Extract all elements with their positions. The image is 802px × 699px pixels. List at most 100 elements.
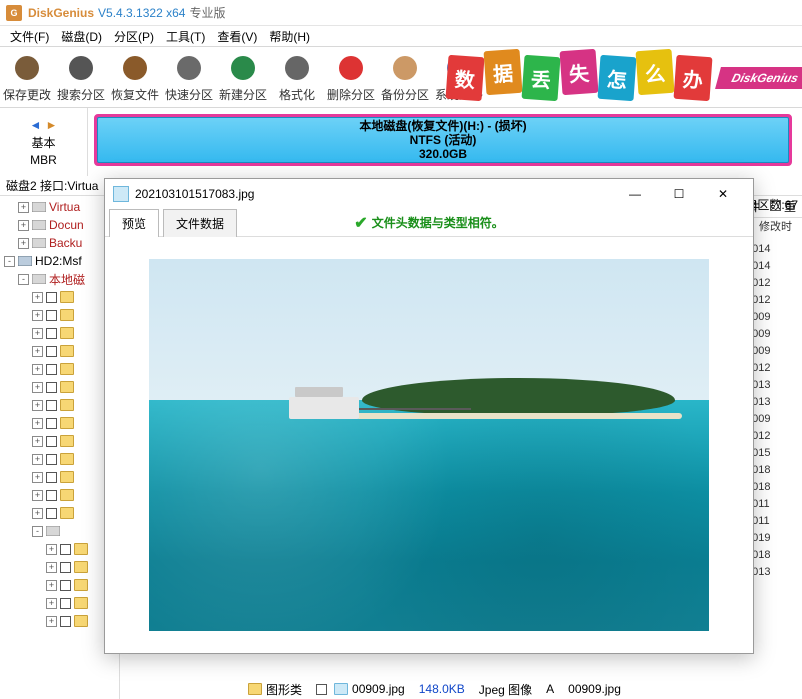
list-item[interactable]: 2012 — [746, 427, 802, 444]
tree-node[interactable]: +Virtua — [0, 198, 119, 216]
bottom-name2: 00909.jpg — [568, 682, 621, 696]
toolbar-save-button[interactable]: 保存更改 — [0, 47, 54, 107]
checkbox-icon[interactable] — [316, 684, 327, 695]
tree-node[interactable]: + — [0, 414, 119, 432]
expand-icon[interactable]: + — [32, 490, 43, 501]
tree-node[interactable]: + — [0, 468, 119, 486]
list-item[interactable]: 2018 — [746, 478, 802, 495]
expand-icon[interactable]: + — [32, 436, 43, 447]
toolbar-format-button[interactable]: 格式化 — [270, 47, 324, 107]
tree-node[interactable]: + — [0, 432, 119, 450]
tree-node[interactable]: + — [0, 306, 119, 324]
list-item[interactable]: 2011 — [746, 495, 802, 512]
tree-node[interactable]: + — [0, 576, 119, 594]
tree-node[interactable]: +Backu — [0, 234, 119, 252]
tree-node[interactable]: +Docun — [0, 216, 119, 234]
menu-item-2[interactable]: 分区(P) — [108, 26, 160, 47]
list-item[interactable]: 2018 — [746, 546, 802, 563]
expand-icon[interactable]: + — [18, 238, 29, 249]
tree-node[interactable]: - — [0, 522, 119, 540]
toolbar-backup-button[interactable]: 备份分区 — [378, 47, 432, 107]
tree-node[interactable]: + — [0, 324, 119, 342]
expand-icon[interactable]: + — [32, 292, 43, 303]
maximize-button[interactable]: ☐ — [657, 180, 701, 208]
expand-icon[interactable]: + — [32, 472, 43, 483]
expand-icon[interactable]: + — [32, 364, 43, 375]
list-col-dup[interactable]: 重 — [770, 198, 796, 215]
preview-titlebar[interactable]: 202103101517083.jpg ― ☐ ✕ — [105, 179, 753, 209]
expand-icon[interactable]: + — [32, 400, 43, 411]
tree-node[interactable]: + — [0, 540, 119, 558]
file-rows[interactable]: 2014201420122012200920092009201220132013… — [746, 240, 802, 580]
list-item[interactable]: 2018 — [746, 461, 802, 478]
list-item[interactable]: 2014 — [746, 257, 802, 274]
basic-label: 基本 — [31, 134, 55, 151]
expand-icon[interactable]: + — [46, 544, 57, 555]
nav-right-icon[interactable]: ► — [45, 118, 59, 132]
tree-node[interactable]: + — [0, 612, 119, 630]
tree-node[interactable]: -HD2:Msf — [0, 252, 119, 270]
list-item[interactable]: 2009 — [746, 308, 802, 325]
tab-filedata[interactable]: 文件数据 — [163, 209, 237, 237]
close-button[interactable]: ✕ — [701, 180, 745, 208]
expand-icon[interactable]: + — [32, 382, 43, 393]
partition-bar[interactable]: 本地磁盘(恢复文件)(H:) - (损坏) NTFS (活动) 320.0GB — [94, 114, 792, 166]
tree-node[interactable]: + — [0, 360, 119, 378]
expand-icon[interactable]: + — [46, 562, 57, 573]
toolbar-new-button[interactable]: 新建分区 — [216, 47, 270, 107]
toolbar-search-button[interactable]: 搜索分区 — [54, 47, 108, 107]
toolbar-delete-button[interactable]: 删除分区 — [324, 47, 378, 107]
expand-icon[interactable]: + — [46, 598, 57, 609]
tree-node[interactable]: + — [0, 288, 119, 306]
list-item[interactable]: 2009 — [746, 325, 802, 342]
minimize-button[interactable]: ― — [613, 180, 657, 208]
list-item[interactable]: 2009 — [746, 342, 802, 359]
list-item[interactable]: 2012 — [746, 274, 802, 291]
tree-node[interactable]: + — [0, 594, 119, 612]
expand-icon[interactable]: - — [32, 526, 43, 537]
menu-item-1[interactable]: 磁盘(D) — [55, 26, 108, 47]
tree-node[interactable]: -本地磁 — [0, 270, 119, 288]
list-item[interactable]: 2013 — [746, 563, 802, 580]
menu-item-4[interactable]: 查看(V) — [211, 26, 263, 47]
expand-icon[interactable]: + — [46, 580, 57, 591]
tree-node[interactable]: + — [0, 486, 119, 504]
expand-icon[interactable]: + — [32, 346, 43, 357]
tree-node[interactable]: + — [0, 504, 119, 522]
toolbar-recover-button[interactable]: 恢复文件 — [108, 47, 162, 107]
list-item[interactable]: 2019 — [746, 529, 802, 546]
bottom-row[interactable]: 图形类 00909.jpg 148.0KB Jpeg 图像 A 00909.jp… — [248, 679, 621, 699]
list-item[interactable]: 2011 — [746, 512, 802, 529]
new-icon — [228, 53, 258, 83]
tree-node[interactable]: + — [0, 342, 119, 360]
expand-icon[interactable]: + — [18, 220, 29, 231]
list-item[interactable]: 2013 — [746, 393, 802, 410]
expand-icon[interactable]: + — [46, 616, 57, 627]
menu-item-3[interactable]: 工具(T) — [160, 26, 211, 47]
expand-icon[interactable]: + — [32, 508, 43, 519]
menu-item-0[interactable]: 文件(F) — [4, 26, 55, 47]
expand-icon[interactable]: - — [4, 256, 15, 267]
expand-icon[interactable]: + — [32, 418, 43, 429]
expand-icon[interactable]: + — [18, 202, 29, 213]
expand-icon[interactable]: + — [32, 328, 43, 339]
tree-node[interactable]: + — [0, 558, 119, 576]
list-item[interactable]: 2012 — [746, 359, 802, 376]
tree-node[interactable]: + — [0, 378, 119, 396]
expand-icon[interactable]: + — [32, 454, 43, 465]
tab-preview[interactable]: 预览 — [109, 209, 159, 237]
folder-tree[interactable]: +Virtua+Docun+Backu-HD2:Msf-本地磁 + + + + + + + + +… — [0, 196, 120, 699]
tree-node[interactable]: + — [0, 396, 119, 414]
list-item[interactable]: 2014 — [746, 240, 802, 257]
toolbar-quick-button[interactable]: 快速分区 — [162, 47, 216, 107]
expand-icon[interactable]: - — [18, 274, 29, 285]
nav-left-icon[interactable]: ◄ — [29, 118, 43, 132]
list-col-modified[interactable]: 修改时 — [759, 218, 792, 234]
list-item[interactable]: 2009 — [746, 410, 802, 427]
menu-item-5[interactable]: 帮助(H) — [263, 26, 316, 47]
list-item[interactable]: 2012 — [746, 291, 802, 308]
list-item[interactable]: 2013 — [746, 376, 802, 393]
list-item[interactable]: 2015 — [746, 444, 802, 461]
tree-node[interactable]: + — [0, 450, 119, 468]
expand-icon[interactable]: + — [32, 310, 43, 321]
